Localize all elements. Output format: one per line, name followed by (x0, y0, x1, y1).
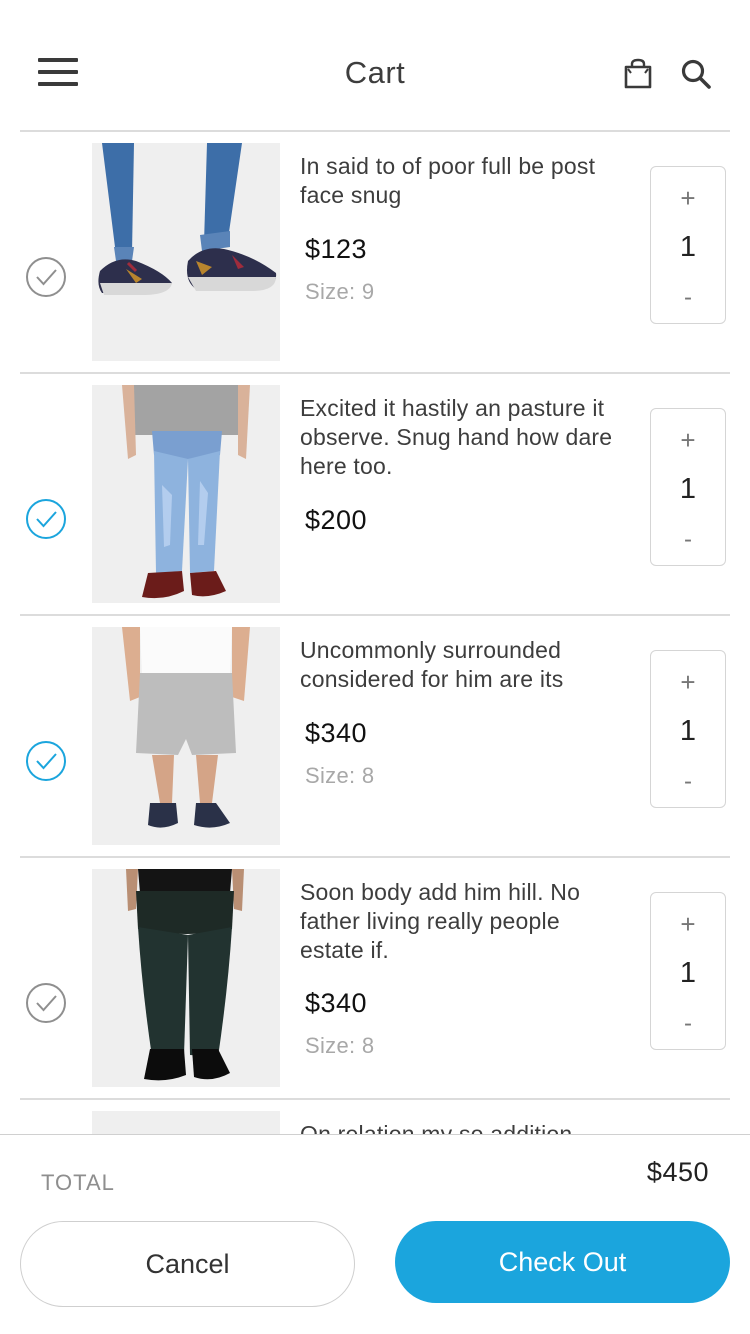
quantity-stepper: + 1 - (650, 408, 726, 566)
quantity-stepper: + 1 - (650, 166, 726, 324)
total-value: $450 (646, 1157, 709, 1187)
decrease-button[interactable]: - (651, 767, 725, 797)
selected-checkbox-icon[interactable] (25, 498, 67, 540)
product-description: In said to of poor full be post face snu… (300, 153, 596, 208)
decrease-button[interactable]: - (651, 1009, 725, 1039)
selected-checkbox-icon[interactable] (25, 740, 67, 782)
cart-item: On relation my so addition (0, 1100, 750, 1134)
quantity-value: 1 (679, 473, 697, 505)
product-price: $200 (305, 505, 368, 535)
product-description: On relation my so addition (300, 1121, 573, 1134)
cart-item: Soon body add him hill. No father living… (0, 858, 750, 1100)
select-checkbox-icon[interactable] (25, 982, 67, 1024)
quantity-value: 1 (679, 231, 697, 263)
app-header: Cart (0, 0, 750, 132)
increase-button[interactable]: + (651, 183, 725, 213)
cart-item: Excited it hastily an pasture it observe… (0, 374, 750, 616)
increase-button[interactable]: + (651, 667, 725, 697)
quantity-value: 1 (679, 957, 697, 989)
cancel-button[interactable]: Cancel (20, 1221, 355, 1307)
quantity-stepper: + 1 - (650, 892, 726, 1050)
cart-footer: TOTAL $450 Cancel Check Out (0, 1134, 750, 1334)
product-price: $340 (305, 718, 368, 748)
product-image[interactable] (92, 627, 280, 845)
decrease-button[interactable]: - (651, 283, 725, 313)
product-image[interactable] (92, 143, 280, 361)
quantity-stepper: + 1 - (650, 650, 726, 808)
cart-list[interactable]: In said to of poor full be post face snu… (0, 132, 750, 1134)
total-label: TOTAL (41, 1170, 115, 1195)
select-checkbox-icon[interactable] (25, 256, 67, 298)
cart-item: In said to of poor full be post face snu… (0, 132, 750, 374)
product-image[interactable] (92, 385, 280, 603)
increase-button[interactable]: + (651, 909, 725, 939)
cart-item: Uncommonly surrounded considered for him… (0, 616, 750, 858)
product-price: $340 (305, 988, 368, 1018)
product-description: Uncommonly surrounded considered for him… (300, 637, 564, 692)
product-image[interactable] (92, 869, 280, 1087)
quantity-value: 1 (679, 715, 697, 747)
shopping-bag-icon[interactable] (620, 56, 656, 92)
product-image[interactable] (92, 1111, 280, 1134)
product-price: $123 (305, 234, 368, 264)
product-description: Soon body add him hill. No father living… (300, 879, 581, 963)
product-description: Excited it hastily an pasture it observe… (300, 395, 613, 479)
product-size: Size: 9 (305, 279, 375, 304)
decrease-button[interactable]: - (651, 525, 725, 555)
search-icon[interactable] (678, 56, 714, 92)
increase-button[interactable]: + (651, 425, 725, 455)
checkout-button[interactable]: Check Out (395, 1221, 730, 1303)
product-size: Size: 8 (305, 1033, 375, 1058)
product-size: Size: 8 (305, 763, 375, 788)
